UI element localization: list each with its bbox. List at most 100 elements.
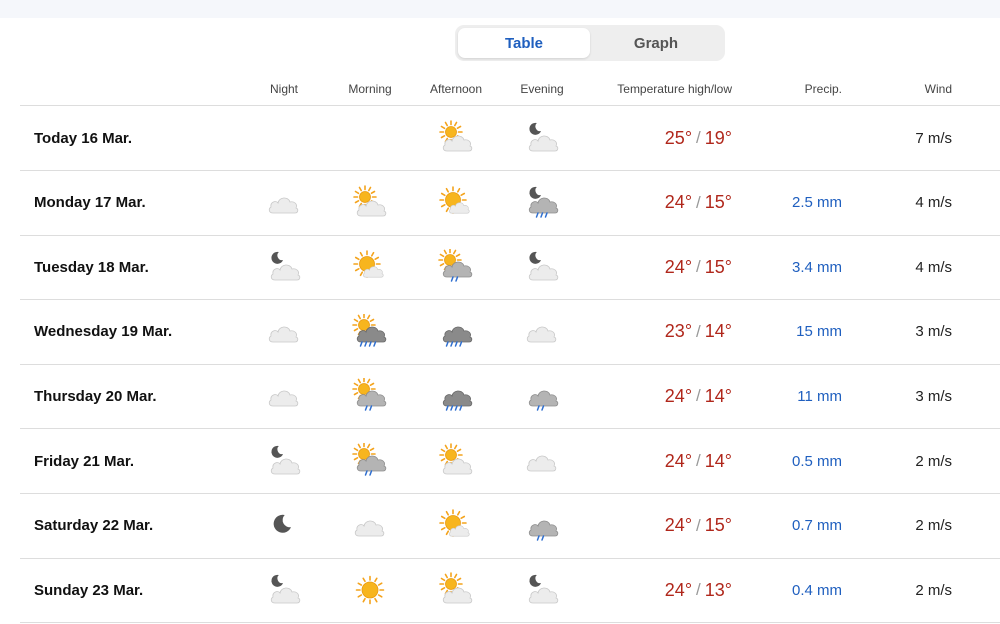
precipitation-value: 0.7 mm [791, 517, 842, 535]
day-label: Monday 17 Mar. [34, 194, 146, 212]
night-rain-showers-icon [524, 185, 560, 221]
temperature-high: 25° [664, 127, 693, 148]
temperature-low: 13° [704, 579, 732, 600]
day-label: Friday 21 Mar. [34, 452, 135, 470]
temperature-high: 24° [664, 256, 693, 277]
precipitation-value: 3.4 mm [791, 258, 842, 276]
wind-value: 3 m/s [915, 387, 952, 405]
temperature-low: 14° [704, 321, 732, 342]
day-label: Saturday 22 Mar. [34, 517, 154, 535]
forecast-row[interactable]: Saturday 22 Mar. 24°/15° 0.7 mm 2 m/s [0, 494, 1000, 558]
heavy-rain-icon [438, 378, 474, 414]
cloudy-icon [524, 314, 560, 350]
column-header-morning: Morning [348, 82, 392, 96]
temperature-low: 15° [704, 256, 732, 277]
rain-icon [524, 508, 560, 544]
temperature-high-low: 24°/15° [665, 235, 732, 299]
wind-value: 4 m/s [915, 194, 952, 212]
wind-value: 3 m/s [915, 323, 952, 341]
temperature-high-low: 25°/19° [665, 106, 732, 170]
day-rain-showers-icon [352, 443, 388, 479]
cloudy-icon [266, 378, 302, 414]
view-toggle: Table Graph [455, 25, 725, 61]
column-header-temperature: Temperature high/low [617, 82, 732, 96]
day-rain-showers-icon [438, 249, 474, 285]
wind-value: 2 m/s [915, 452, 952, 470]
partly-cloudy-night-icon [524, 120, 560, 156]
partly-cloudy-night-icon [266, 249, 302, 285]
temperature-separator: / [696, 321, 701, 341]
forecast-row[interactable]: Today 16 Mar. 25°/19° 7 m/s [0, 106, 1000, 170]
partly-cloudy-night-icon [266, 443, 302, 479]
cloudy-icon [266, 314, 302, 350]
fair-day-icon [438, 185, 474, 221]
column-header-afternoon: Afternoon [429, 82, 483, 96]
temperature-separator: / [696, 192, 701, 212]
partly-cloudy-day-icon [438, 120, 474, 156]
partly-cloudy-night-icon [524, 249, 560, 285]
column-header-wind: Wind [924, 82, 952, 96]
precipitation-value: 0.4 mm [791, 581, 842, 599]
column-header-evening: Evening [520, 82, 564, 96]
column-header-night: Night [269, 82, 299, 96]
precipitation-value: 11 mm [797, 387, 842, 405]
temperature-high-low: 24°/15° [665, 171, 732, 235]
row-divider [20, 622, 1000, 624]
forecast-row[interactable]: Monday 17 Mar. 24°/15° 2.5 mm 4 m/s [0, 171, 1000, 235]
day-label: Today 16 Mar. [34, 129, 133, 147]
partly-cloudy-day-icon [438, 443, 474, 479]
fair-day-icon [352, 249, 388, 285]
temperature-separator: / [696, 257, 701, 277]
temperature-separator: / [696, 451, 701, 470]
table-view-button[interactable]: Table [458, 28, 590, 58]
clear-night-icon [266, 508, 302, 544]
precipitation-value: 2.5 mm [791, 194, 842, 212]
temperature-low: 14° [704, 385, 732, 406]
forecast-row[interactable]: Tuesday 18 Mar. 24°/15° 3.4 mm 4 m/s [0, 235, 1000, 299]
temperature-high: 24° [664, 450, 693, 471]
forecast-row[interactable]: Thursday 20 Mar. 24°/14° 11 mm 3 m/s [0, 364, 1000, 428]
temperature-low: 15° [704, 192, 732, 213]
temperature-separator: / [696, 580, 701, 600]
day-heavy-rain-showers-icon [352, 313, 388, 350]
day-label: Tuesday 18 Mar. [34, 258, 149, 276]
temperature-high-low: 24°/14° [665, 429, 732, 493]
temperature-low: 14° [704, 450, 732, 471]
temperature-separator: / [696, 128, 701, 147]
temperature-low: 15° [704, 515, 732, 536]
temperature-high: 23° [664, 321, 693, 342]
wind-value: 2 m/s [915, 517, 952, 535]
clear-day-icon [352, 572, 388, 608]
precipitation-value: 0.5 mm [791, 452, 842, 470]
wind-value: 4 m/s [915, 258, 952, 276]
cloudy-icon [352, 508, 388, 544]
temperature-high-low: 24°/14° [665, 364, 732, 428]
temperature-high: 24° [664, 385, 693, 406]
temperature-separator: / [696, 515, 701, 535]
temperature-low: 19° [704, 127, 732, 148]
day-label: Wednesday 19 Mar. [34, 323, 173, 341]
temperature-high: 24° [664, 579, 693, 600]
forecast-row[interactable]: Sunday 23 Mar. 24°/13° 0.4 mm 2 m/s [0, 558, 1000, 622]
precipitation-value: 15 mm [796, 323, 842, 341]
day-label: Thursday 20 Mar. [34, 387, 157, 405]
temperature-high-low: 23°/14° [665, 300, 732, 364]
temperature-high: 24° [664, 192, 693, 213]
heavy-rain-icon [438, 314, 474, 350]
fair-day-icon [438, 508, 474, 544]
partly-cloudy-day-icon [438, 572, 474, 608]
partly-cloudy-day-icon [352, 184, 388, 221]
forecast-row[interactable]: Friday 21 Mar. 24°/14° 0.5 mm 2 m/s [0, 429, 1000, 493]
partly-cloudy-night-icon [266, 572, 302, 608]
top-strip [0, 0, 1000, 18]
partly-cloudy-night-icon [524, 572, 560, 608]
graph-view-button[interactable]: Graph [590, 28, 722, 58]
wind-value: 7 m/s [915, 129, 952, 147]
column-header-precip: Precip. [804, 82, 842, 96]
temperature-high: 24° [664, 515, 693, 536]
temperature-separator: / [696, 386, 701, 406]
temperature-high-low: 24°/15° [665, 494, 732, 558]
wind-value: 2 m/s [915, 581, 952, 599]
temperature-high-low: 24°/13° [665, 558, 732, 622]
forecast-row[interactable]: Wednesday 19 Mar. 23°/14° 15 mm 3 m/s [0, 300, 1000, 364]
